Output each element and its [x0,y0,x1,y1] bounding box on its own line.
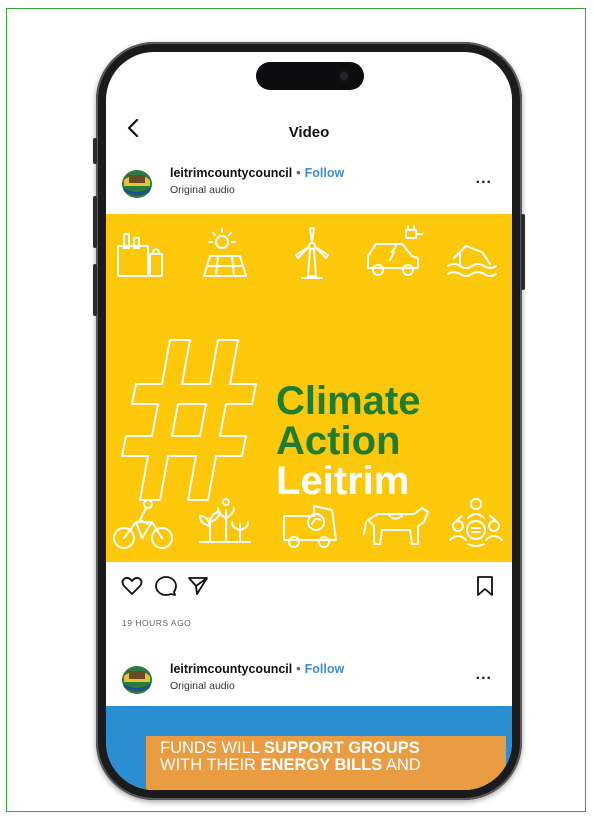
headline-action: Action [276,419,400,463]
bookmark-icon[interactable] [474,574,496,598]
page-title: Video [288,124,330,141]
banner-line-1-part-b: SUPPORT GROUPS [263,739,420,757]
follow-button-2[interactable]: Follow [305,662,345,676]
more-options-icon[interactable]: ... [476,170,492,188]
video-player[interactable]: Climate Action Leitrim [106,214,512,562]
post-action-bar [106,568,512,604]
video-artwork: Climate Action Leitrim [113,225,503,549]
follow-button[interactable]: Follow [305,166,345,180]
post-username-line: leitrimcountycouncil • Follow [170,166,344,180]
more-options-icon-2[interactable]: ... [476,666,492,684]
separator-dot: • [296,166,301,180]
council-crest-avatar[interactable] [120,166,154,200]
flood-house-icon [447,245,497,277]
food-van-icon [283,505,337,548]
headline-climate: Climate [276,379,421,423]
share-icon[interactable] [186,574,210,598]
banner-line-2-part-c: AND [382,756,421,774]
electric-car-icon [367,225,423,276]
side-button-volume-down [93,264,97,316]
cyclist-icon [113,499,173,549]
council-crest-avatar-2[interactable] [120,662,154,696]
audio-label-2[interactable]: Original audio [170,680,235,692]
audio-label[interactable]: Original audio [170,184,235,196]
factory-icon [117,233,163,277]
separator-dot-2: • [296,662,301,676]
comment-icon[interactable] [154,574,178,598]
username-link-2[interactable]: leitrimcountycouncil [170,662,292,676]
plants-icon [199,498,251,543]
phone-screen: Video leitrimcountycouncil • Follow Origin… [106,52,512,790]
post-username-line-2: leitrimcountycouncil • Follow [170,662,344,676]
banner-line-1: FUNDS WILL SUPPORT GROUPS [160,740,500,757]
banner-text: FUNDS WILL SUPPORT GROUPS WITH THEIR ENE… [160,740,500,774]
banner-text-box: FUNDS WILL SUPPORT GROUPS WITH THEIR ENE… [146,736,506,790]
banner-line-2-part-b: ENERGY BILLS [260,756,383,774]
dynamic-island [256,62,364,90]
camera-icon [338,70,350,82]
banner-line-1-part-a: FUNDS WILL [160,739,264,757]
banner-line-2-part-a: WITH THEIR [160,756,261,774]
cow-icon [363,507,429,545]
side-button-power [521,214,525,290]
second-post-media[interactable]: FUNDS WILL SUPPORT GROUPS WITH THEIR ENE… [106,706,512,790]
top-nav-bar: Video [106,110,512,154]
post-header-2: leitrimcountycouncil • Follow Original aud… [106,650,512,698]
hashtag-graphic [121,339,257,501]
headline-leitrim: Leitrim [276,459,409,503]
solar-panel-icon [203,228,247,277]
side-button-action [93,138,97,164]
community-icon [449,498,503,547]
post-timestamp: 19 HOURS AGO [122,618,192,628]
username-link[interactable]: leitrimcountycouncil [170,166,292,180]
wind-turbine-icon [295,227,329,279]
side-button-volume-up [93,196,97,248]
heart-icon[interactable] [120,574,144,598]
post-header: leitrimcountycouncil • Follow Original aud… [106,154,512,202]
banner-line-2: WITH THEIR ENERGY BILLS AND [160,757,500,774]
